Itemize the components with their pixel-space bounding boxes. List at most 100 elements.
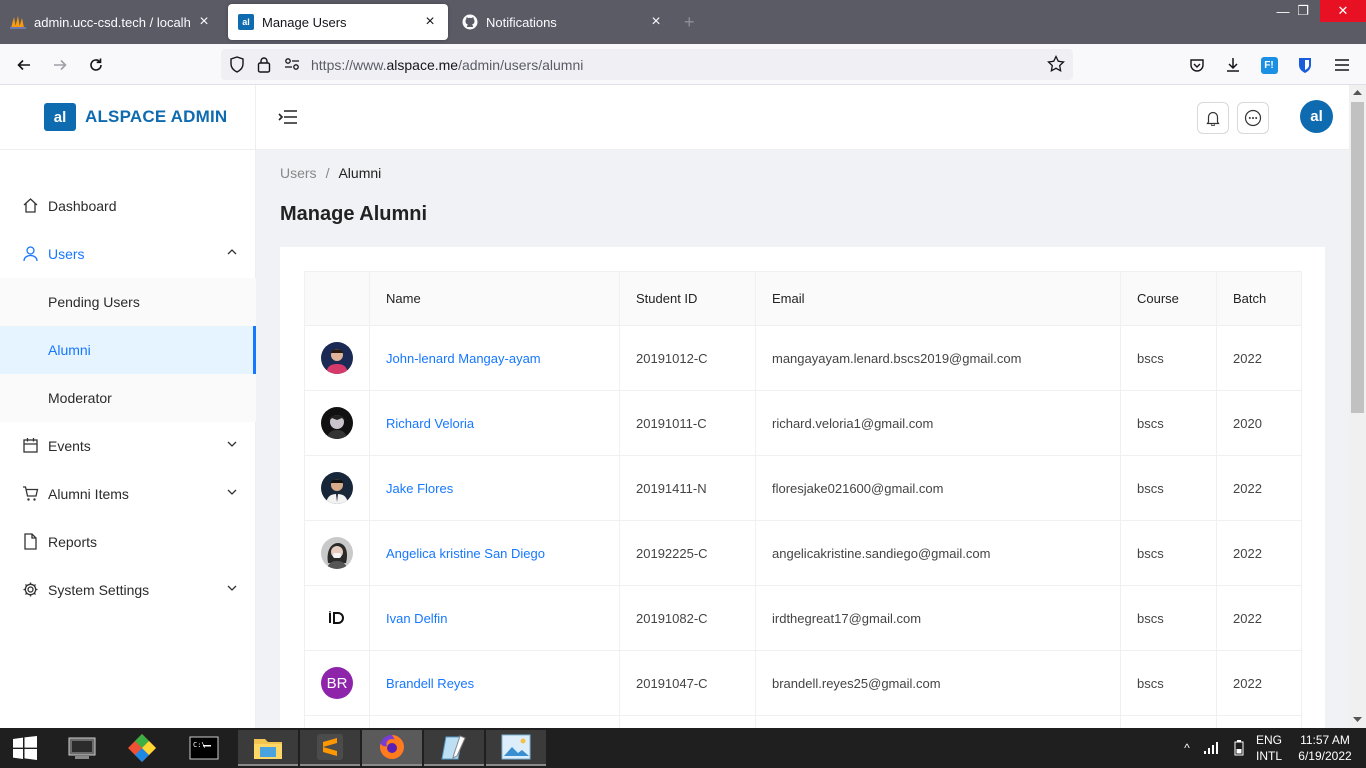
system-clock[interactable]: 11:57 AM 6/19/2022 — [1290, 728, 1360, 768]
batch-cell: 2022 — [1216, 455, 1302, 521]
desktop-app-icon[interactable] — [52, 730, 112, 766]
bookmark-star-icon[interactable] — [1047, 54, 1065, 76]
url-text[interactable]: https://www.alspace.me/admin/users/alumn… — [311, 57, 583, 73]
alspace-favicon-icon: al — [238, 14, 254, 30]
sidebar-item-pending-users[interactable]: Pending Users — [0, 278, 256, 326]
table-row[interactable]: Richard Veloria 20191011-C richard.velor… — [304, 390, 1302, 456]
bitwarden-shield-icon[interactable] — [1292, 52, 1318, 78]
user-avatar[interactable] — [321, 602, 353, 634]
sidebar-item-label: Events — [48, 438, 91, 454]
phpmyadmin-icon — [10, 14, 26, 30]
notifications-button[interactable] — [1197, 102, 1229, 134]
table-row[interactable]: John-lenard Mangay-ayam 20191012-C manga… — [304, 325, 1302, 391]
table-row[interactable]: Angelica kristine San Diego 20192225-C a… — [304, 520, 1302, 586]
sublime-text-icon[interactable] — [300, 730, 360, 766]
user-avatar[interactable]: al — [1300, 100, 1333, 133]
alspace-logo: al — [44, 103, 76, 131]
tab-close-icon[interactable]: × — [422, 13, 438, 31]
gear-icon — [23, 582, 38, 597]
chevron-down-icon — [227, 489, 237, 495]
user-avatar[interactable]: BR — [321, 667, 353, 699]
sidebar-item-label: Alumni — [48, 342, 91, 358]
pocket-icon[interactable] — [1184, 52, 1210, 78]
scroll-up-arrow-icon[interactable] — [1353, 89, 1362, 95]
sidebar-item-events[interactable]: Events — [0, 422, 256, 470]
reload-icon[interactable] — [83, 52, 109, 78]
email-cell: irdthegreat17@gmail.com — [755, 585, 1121, 651]
user-avatar[interactable] — [321, 537, 353, 569]
command-prompt-icon[interactable]: C:\ — [174, 730, 234, 766]
table-row[interactable]: Jake Flores 20191411-N floresjake021600@… — [304, 455, 1302, 521]
sidebar-item-users[interactable]: Users — [0, 230, 256, 278]
alumni-name-link[interactable]: Jake Flores — [369, 455, 620, 521]
downloads-icon[interactable] — [1220, 52, 1246, 78]
browser-navigation-bar: https://www.alspace.me/admin/users/alumn… — [0, 44, 1366, 85]
sidebar-item-alumni-items[interactable]: Alumni Items — [0, 470, 256, 518]
browser-tab-manage-users[interactable]: al Manage Users × — [228, 4, 448, 40]
input-language-indicator[interactable]: ENG INTL — [1252, 728, 1286, 768]
column-header-course[interactable]: Course — [1120, 271, 1217, 326]
table-row[interactable] — [304, 715, 1302, 728]
url-bar[interactable]: https://www.alspace.me/admin/users/alumn… — [221, 49, 1073, 80]
sidebar-menu: Dashboard Users Pending Users Alumni Mod… — [0, 182, 256, 614]
new-tab-plus-icon[interactable]: + — [684, 12, 695, 33]
column-header-student-id[interactable]: Student ID — [619, 271, 756, 326]
close-window-icon[interactable]: ✕ — [1320, 0, 1366, 22]
tab-close-icon[interactable]: × — [196, 13, 212, 31]
brand[interactable]: al ALSPACE ADMIN — [0, 85, 255, 150]
alumni-name-link[interactable]: Brandell Reyes — [369, 650, 620, 716]
column-header-batch[interactable]: Batch — [1216, 271, 1302, 326]
forward-arrow-icon[interactable] — [47, 52, 73, 78]
browser-tab-notifications[interactable]: Notifications × — [452, 4, 674, 40]
browser-tab-phpmyadmin[interactable]: admin.ucc-csd.tech / localhost × — [0, 4, 222, 40]
git-app-icon[interactable] — [112, 730, 172, 766]
tab-title: admin.ucc-csd.tech / localhost — [34, 14, 190, 30]
clock-time: 11:57 AM — [1300, 733, 1350, 747]
breadcrumb-parent[interactable]: Users — [280, 165, 317, 181]
file-explorer-icon[interactable] — [238, 730, 298, 766]
messages-button[interactable] — [1237, 102, 1269, 134]
tab-close-icon[interactable]: × — [648, 13, 664, 31]
alumni-name-link[interactable]: John-lenard Mangay-ayam — [369, 325, 620, 391]
permissions-icon[interactable] — [284, 57, 300, 74]
alumni-name-link[interactable]: Angelica kristine San Diego — [369, 520, 620, 586]
sidebar-item-moderator[interactable]: Moderator — [0, 374, 256, 422]
column-header-name[interactable]: Name — [369, 271, 620, 326]
user-avatar[interactable] — [321, 472, 353, 504]
alumni-table: Name Student ID Email Course Batch John-… — [304, 271, 1302, 728]
windows-start-icon[interactable] — [0, 730, 50, 766]
chevron-down-icon — [227, 441, 237, 447]
sidebar-item-system-settings[interactable]: System Settings — [0, 566, 256, 614]
scroll-down-arrow-icon[interactable] — [1353, 717, 1362, 723]
user-avatar[interactable] — [321, 342, 353, 374]
notepad-icon[interactable] — [424, 730, 484, 766]
course-cell: bscs — [1120, 650, 1217, 716]
menu-collapse-icon[interactable] — [278, 108, 298, 126]
table-row[interactable]: BR Brandell Reyes 20191047-C brandell.re… — [304, 650, 1302, 716]
alumni-name-link[interactable]: Richard Veloria — [369, 390, 620, 456]
language-code: ENG — [1255, 733, 1282, 747]
email-cell: richard.veloria1@gmail.com — [755, 390, 1121, 456]
extension-fi-icon[interactable]: F! — [1256, 52, 1282, 78]
firefox-icon[interactable] — [362, 730, 422, 766]
back-arrow-icon[interactable] — [11, 52, 37, 78]
user-avatar[interactable] — [321, 407, 353, 439]
breadcrumb-current: Alumni — [338, 165, 382, 181]
photos-app-icon[interactable] — [486, 730, 546, 766]
sidebar-item-alumni[interactable]: Alumni — [0, 326, 256, 374]
lock-icon[interactable] — [257, 56, 271, 76]
alumni-name-link[interactable]: Ivan Delfin — [369, 585, 620, 651]
sidebar-item-reports[interactable]: Reports — [0, 518, 256, 566]
column-header-email[interactable]: Email — [755, 271, 1121, 326]
home-icon — [23, 198, 38, 213]
tracking-shield-icon[interactable] — [229, 56, 245, 76]
table-row[interactable]: Ivan Delfin 20191082-C irdthegreat17@gma… — [304, 585, 1302, 651]
sidebar-item-dashboard[interactable]: Dashboard — [0, 182, 256, 230]
student-id-cell: 20191012-C — [619, 325, 756, 391]
page-scrollbar-thumb[interactable] — [1351, 102, 1364, 413]
email-cell: brandell.reyes25@gmail.com — [755, 650, 1121, 716]
browser-menu-icon[interactable] — [1329, 52, 1355, 78]
network-signal-icon[interactable] — [1201, 728, 1221, 768]
show-hidden-icons-icon[interactable]: ^ — [1180, 728, 1194, 768]
battery-icon[interactable] — [1229, 728, 1249, 768]
